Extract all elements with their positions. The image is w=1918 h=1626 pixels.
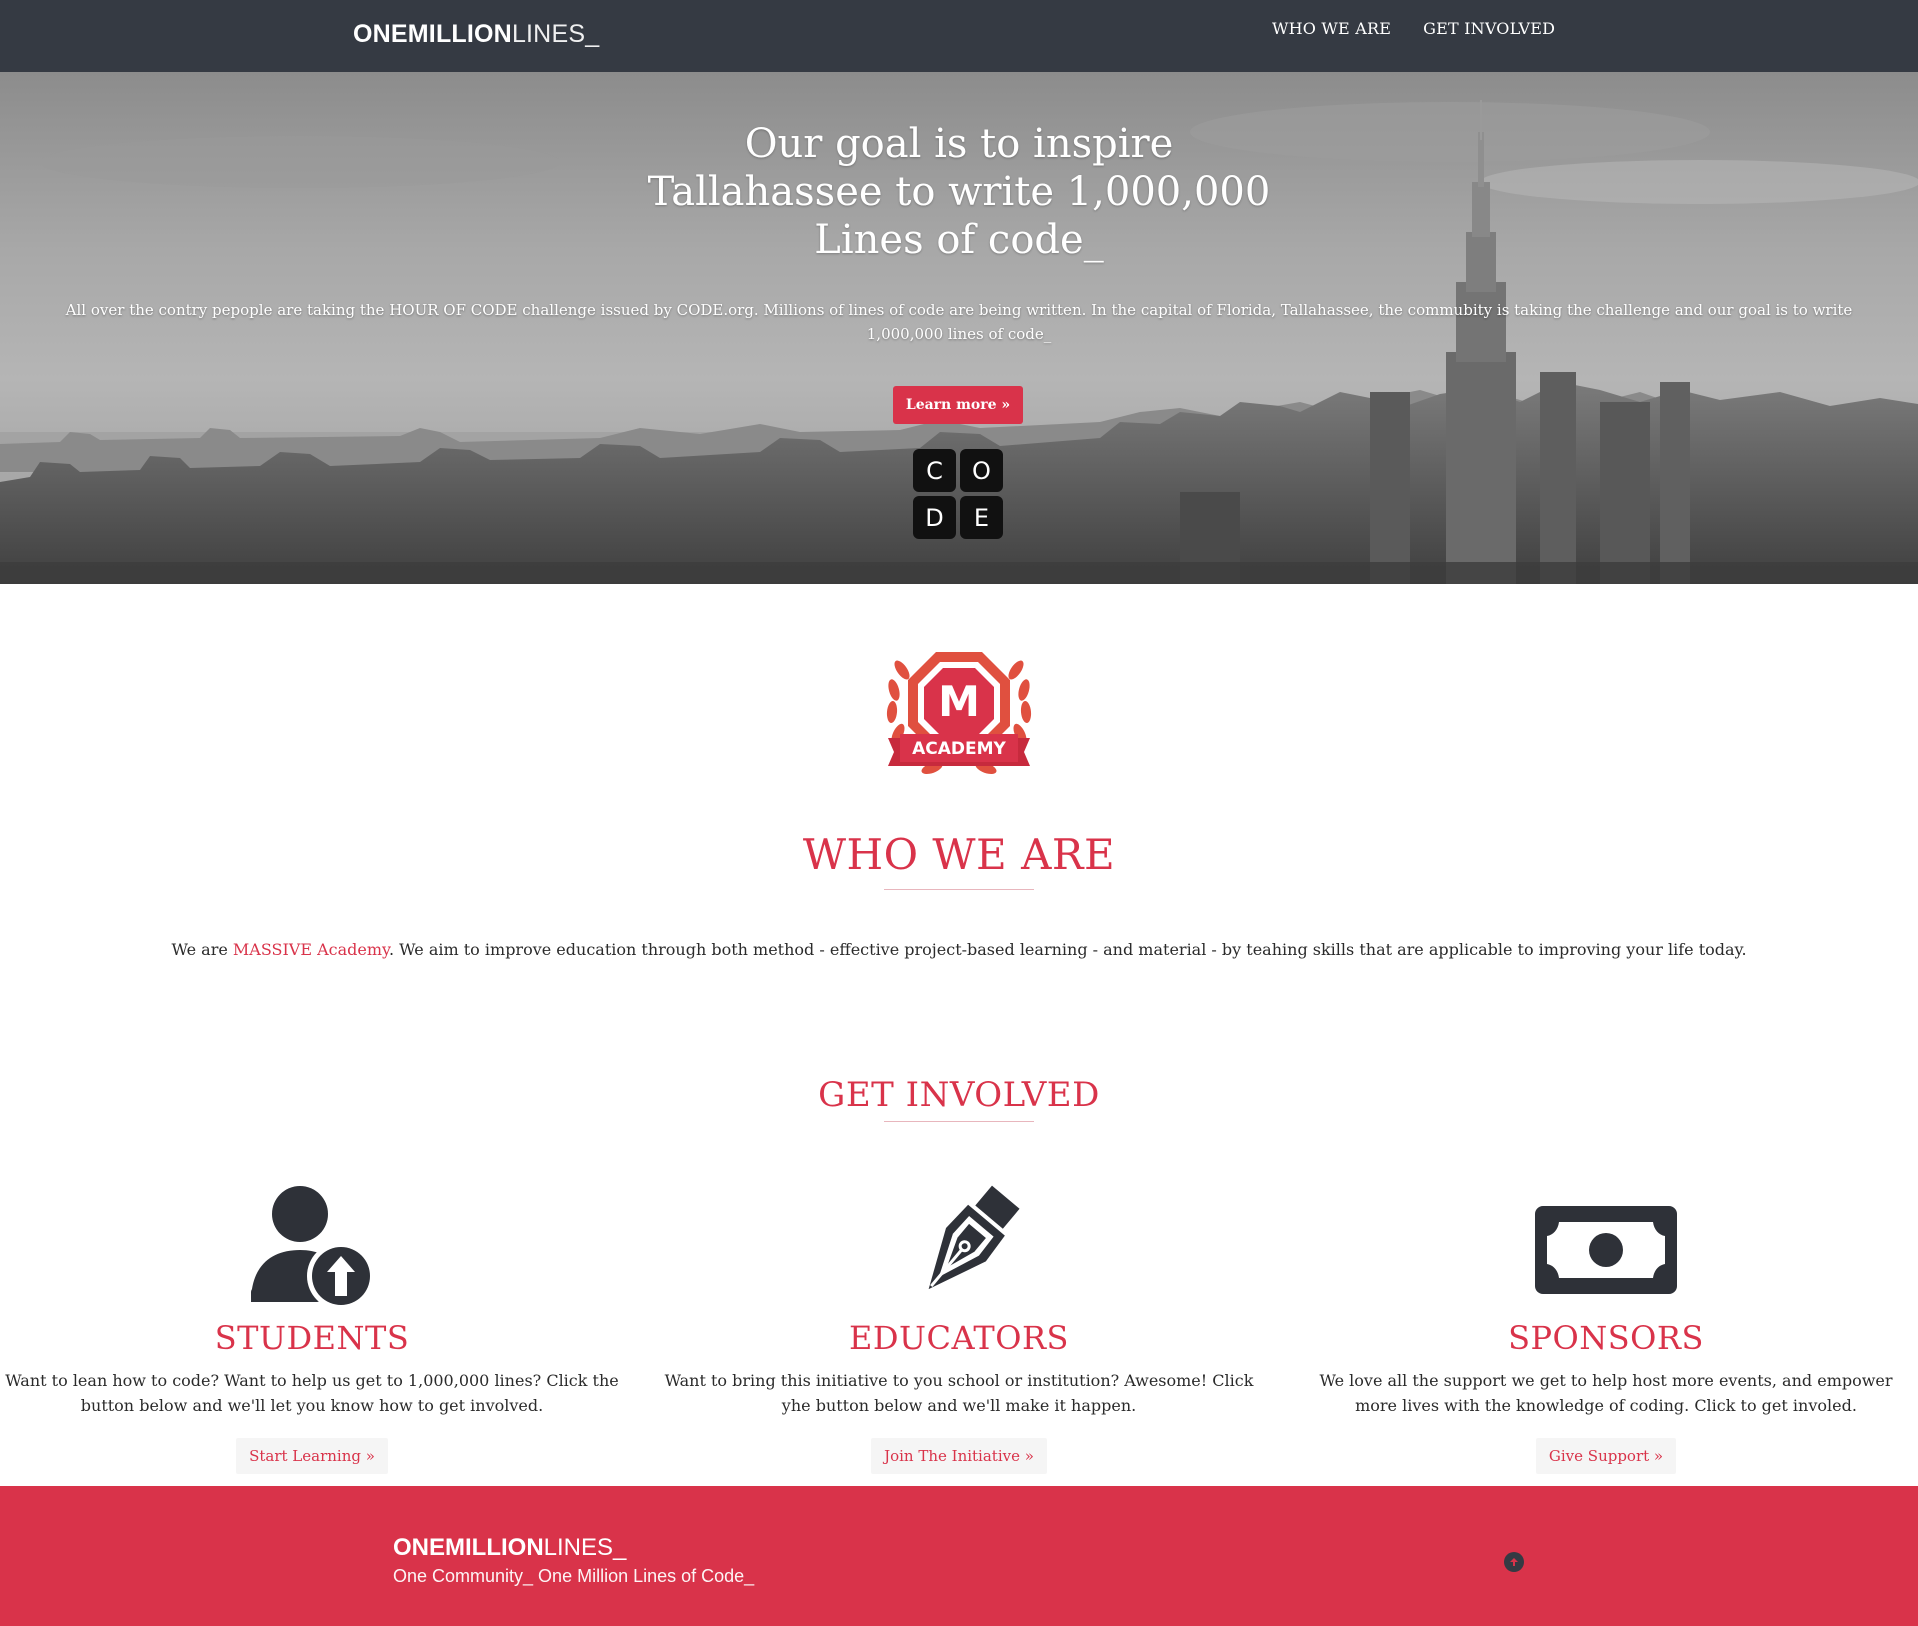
nav-link-get-involved[interactable]: GET INVOLVED [1423,19,1555,38]
students-text: Want to lean how to code? Want to help u… [5,1371,619,1415]
footer-brand-light: LINES_ [543,1534,627,1561]
footer-brand-bold: ONEMILLION [393,1534,544,1561]
brand-logo-link[interactable]: ONEMILLIONLINES_ [353,20,599,49]
who-text-after: . We aim to improve education through bo… [388,940,1747,959]
scroll-to-top-button[interactable] [1504,1552,1524,1572]
code-logo-letter-e: E [960,496,1003,539]
who-we-are-heading: WHO WE ARE [802,830,1116,879]
get-involved-heading: GET INVOLVED [818,1075,1100,1115]
code-org-logo[interactable]: C O D E [913,449,1003,539]
money-bill-icon [1535,1206,1677,1294]
academy-logo-ribbon-text: ACADEMY [912,739,1006,759]
nav-links: WHO WE ARE GET INVOLVED [1272,19,1555,38]
footer-tagline: One Community_ One Million Lines of Code… [393,1566,755,1586]
hero-title-line-2: Tallahassee to write 1,000,000 [647,169,1271,215]
who-we-are-divider [884,889,1034,890]
students-card: STUDENTS Want to lean how to code? Want … [2,1170,622,1474]
user-upload-icon [251,1186,375,1310]
brand-light-text: LINES_ [511,20,600,48]
brand-bold-text: ONEMILLION [353,20,512,48]
code-logo-letter-c: C [913,449,956,492]
students-title: STUDENTS [214,1319,410,1357]
nav-link-who-we-are[interactable]: WHO WE ARE [1272,19,1391,38]
arrow-up-icon [1510,1558,1518,1566]
code-logo-letter-o: O [960,449,1003,492]
educators-title: EDUCATORS [849,1319,1069,1357]
sponsors-card: SPONSORS We love all the support we get … [1296,1170,1916,1474]
code-logo-letter-d: D [913,496,956,539]
hero-title: Our goal is to inspire Tallahassee to wr… [559,120,1359,264]
give-support-button[interactable]: Give Support » [1535,1438,1677,1474]
card-icon-wrap [2,1170,622,1312]
hero-title-line-3: Lines of code_ [814,217,1104,263]
educators-text: Want to bring this initiative to you sch… [664,1371,1254,1415]
get-involved-divider [884,1121,1034,1122]
who-we-are-text: We are MASSIVE Academy. We aim to improv… [0,940,1918,959]
hero-title-line-1: Our goal is to inspire [744,121,1174,167]
massive-academy-logo: M ACADEMY [886,652,1032,775]
card-icon-wrap [1296,1170,1916,1312]
academy-logo-letter: M [938,677,980,726]
hero-section: Our goal is to inspire Tallahassee to wr… [0,72,1918,584]
sponsors-title: SPONSORS [1508,1319,1704,1357]
educators-card: EDUCATORS Want to bring this initiative … [649,1170,1269,1474]
footer-brand-link[interactable]: ONEMILLIONLINES_ [393,1534,626,1562]
who-text-before: We are [171,940,233,959]
massive-academy-link[interactable]: MASSIVE Academy [233,940,389,959]
learn-more-button[interactable]: Learn more » [893,386,1023,424]
hero-description: All over the contry pepople are taking t… [65,301,1853,343]
join-initiative-button[interactable]: Join The Initiative » [871,1438,1047,1474]
top-navbar: ONEMILLIONLINES_ WHO WE ARE GET INVOLVED [0,0,1918,72]
card-icon-wrap [649,1170,1269,1312]
footer: ONEMILLIONLINES_ One Community_ One Mill… [0,1486,1918,1626]
start-learning-button[interactable]: Start Learning » [236,1438,388,1474]
sponsors-text: We love all the support we get to help h… [1319,1371,1893,1415]
pen-nib-icon [928,1185,1020,1290]
